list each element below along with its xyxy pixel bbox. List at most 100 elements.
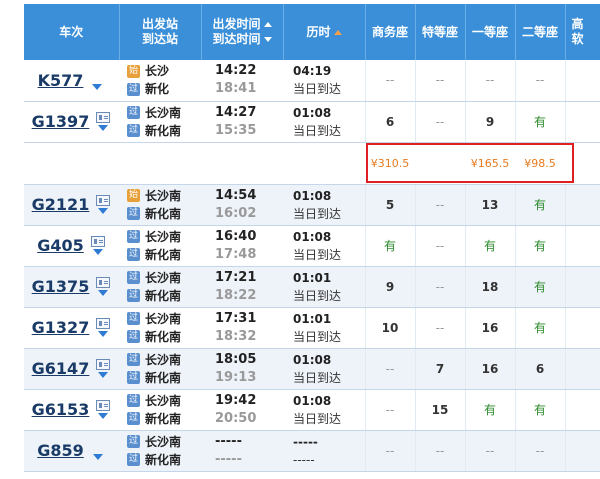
seat-soft-sleeper[interactable]: [564, 430, 600, 472]
arr-station: 新化南: [145, 288, 182, 303]
seat-first[interactable]: 16: [464, 348, 515, 390]
seat-business[interactable]: 6: [364, 101, 415, 143]
seat-second[interactable]: 有: [514, 225, 565, 267]
train-number-link[interactable]: G1327: [32, 318, 90, 337]
seat-special[interactable]: --: [414, 184, 465, 226]
seat-business[interactable]: --: [364, 348, 415, 390]
seat-soft-sleeper[interactable]: [564, 101, 600, 143]
time-cell: 14:22 18:41: [201, 60, 283, 102]
train-info-icon[interactable]: [96, 359, 111, 370]
seat-second[interactable]: 有: [514, 389, 565, 431]
seat-second[interactable]: --: [514, 60, 565, 102]
train-info-icon[interactable]: [96, 112, 111, 123]
seat-first[interactable]: 18: [464, 266, 515, 308]
price-row: ¥310.5 ¥165.5 ¥98.5: [24, 142, 600, 185]
train-number-link[interactable]: G859: [37, 441, 84, 460]
seat-business[interactable]: 10: [364, 307, 415, 349]
sort-dep-time[interactable]: 出发时间: [202, 17, 283, 32]
seat-second[interactable]: 有: [514, 101, 565, 143]
seat-first[interactable]: 有: [464, 389, 515, 431]
train-number-link[interactable]: G1375: [32, 277, 90, 296]
expand-caret-icon[interactable]: [98, 413, 109, 419]
seat-soft-sleeper[interactable]: [564, 184, 600, 226]
sort-down-icon[interactable]: [263, 37, 272, 42]
seat-soft-sleeper[interactable]: [564, 348, 600, 390]
seat-second[interactable]: --: [514, 430, 565, 472]
seat-first[interactable]: 9: [464, 101, 515, 143]
train-info-icon[interactable]: [96, 277, 111, 288]
seat-second[interactable]: 6: [514, 348, 565, 390]
arr-badge-icon: 过: [127, 289, 140, 302]
seat-special[interactable]: --: [414, 60, 465, 102]
table-row: G1327 过长沙南 过新化南 17:31 18:32 01:01 当日到达 1…: [24, 307, 600, 349]
seat-business[interactable]: --: [364, 60, 415, 102]
seat-first[interactable]: 13: [464, 184, 515, 226]
station-cell: 过长沙南 过新化南: [119, 225, 201, 267]
seat-soft-sleeper[interactable]: [564, 60, 600, 102]
train-number-link[interactable]: G1397: [32, 112, 90, 131]
expand-caret-icon[interactable]: [92, 454, 103, 460]
header-time-arr: 到达时间: [212, 32, 261, 46]
table-row: G405 过长沙南 过新化南 16:40 17:48 01:08 当日到达 有-…: [24, 225, 600, 267]
dep-station-line: 过长沙南: [127, 310, 201, 328]
seat-special[interactable]: --: [414, 307, 465, 349]
train-number-link[interactable]: G6153: [32, 400, 90, 419]
train-group: G2121: [24, 195, 119, 214]
seat-special[interactable]: --: [414, 225, 465, 267]
arr-station: 新化南: [145, 206, 182, 221]
seat-first[interactable]: 16: [464, 307, 515, 349]
train-group: G1397: [24, 112, 119, 131]
seat-soft-sleeper[interactable]: [564, 266, 600, 308]
expand-caret-icon[interactable]: [98, 208, 109, 214]
seat-second[interactable]: 有: [514, 307, 565, 349]
train-cell: G405: [24, 225, 119, 267]
seat-business[interactable]: 5: [364, 184, 415, 226]
seat-special[interactable]: 7: [414, 348, 465, 390]
duration-cell: ----- -----: [283, 430, 365, 472]
expand-caret-icon[interactable]: [98, 372, 109, 378]
expand-caret-icon[interactable]: [92, 249, 103, 255]
seat-business[interactable]: --: [364, 389, 415, 431]
sort-arr-time[interactable]: 到达时间: [202, 32, 283, 47]
train-info-icon[interactable]: [96, 318, 111, 329]
train-number-link[interactable]: G6147: [32, 359, 90, 378]
seat-special[interactable]: --: [414, 430, 465, 472]
seat-special[interactable]: --: [414, 101, 465, 143]
seat-special[interactable]: 15: [414, 389, 465, 431]
expand-caret-icon[interactable]: [98, 290, 109, 296]
expand-caret-icon[interactable]: [98, 125, 109, 131]
train-number-link[interactable]: G2121: [32, 195, 90, 214]
dep-station-line: 过长沙南: [127, 104, 201, 122]
train-info-icon[interactable]: [90, 236, 105, 247]
arr-station-line: 过新化南: [127, 328, 201, 346]
arr-time: 18:32: [215, 328, 257, 344]
seat-soft-sleeper[interactable]: [564, 389, 600, 431]
seat-business[interactable]: 9: [364, 266, 415, 308]
header-soft-top: 高: [571, 17, 584, 31]
dep-station: 长沙南: [145, 434, 182, 449]
train-info-icon[interactable]: [96, 195, 111, 206]
seat-soft-sleeper[interactable]: [564, 225, 600, 267]
seat-second[interactable]: 有: [514, 184, 565, 226]
seat-soft-sleeper[interactable]: [564, 307, 600, 349]
expand-caret-icon[interactable]: [92, 83, 103, 90]
seat-first[interactable]: --: [464, 430, 515, 472]
header-times[interactable]: 出发时间 到达时间: [201, 4, 284, 60]
expand-caret-icon[interactable]: [98, 331, 109, 337]
train-number-link[interactable]: K577: [38, 71, 84, 90]
sort-up-icon[interactable]: [263, 22, 272, 27]
header-duration[interactable]: 历时: [283, 4, 366, 60]
train-number-link[interactable]: G405: [37, 236, 84, 255]
sort-duration-icon[interactable]: [333, 29, 342, 35]
train-info-icon[interactable]: [96, 400, 111, 411]
seat-first[interactable]: --: [464, 60, 515, 102]
price-special: [415, 142, 465, 185]
seat-first[interactable]: 有: [464, 225, 515, 267]
seat-business[interactable]: --: [364, 430, 415, 472]
dep-station: 长沙南: [145, 270, 182, 285]
arrive-day: -----: [293, 452, 315, 467]
seat-second[interactable]: 有: [514, 266, 565, 308]
duration-cell: 01:01 当日到达: [283, 307, 365, 349]
seat-business[interactable]: 有: [364, 225, 415, 267]
seat-special[interactable]: --: [414, 266, 465, 308]
